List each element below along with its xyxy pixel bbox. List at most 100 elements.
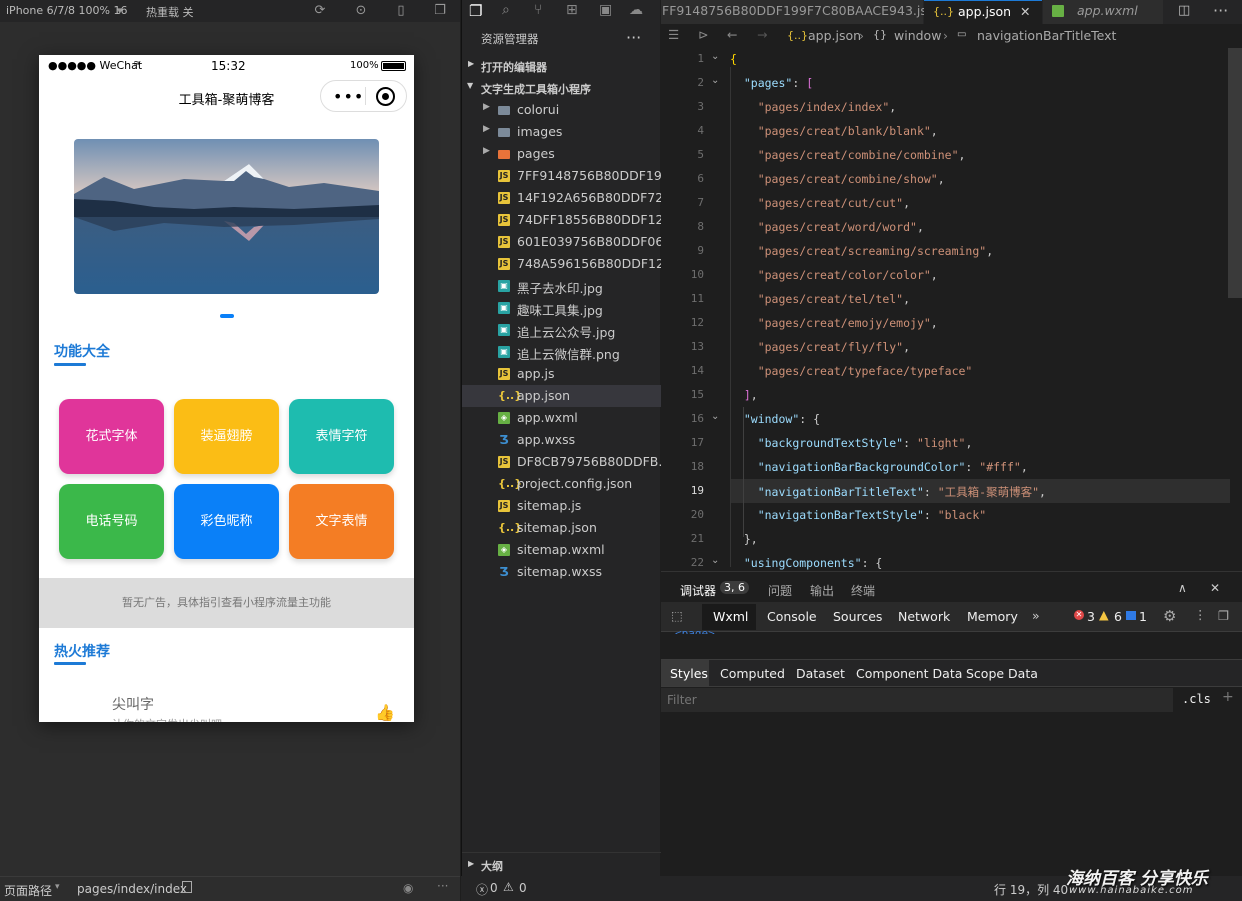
file-item[interactable]: ▣ 追上云公众号.jpg	[462, 319, 661, 341]
file-item[interactable]: ▶ images	[462, 121, 661, 143]
dock-icon[interactable]: ❐	[1218, 608, 1229, 623]
bookmark-icon[interactable]: ⊳	[698, 27, 708, 42]
code-line[interactable]: },	[730, 532, 758, 546]
code-line[interactable]: "pages/creat/blank/blank",	[730, 124, 938, 138]
file-item[interactable]: JS 601E039756B80DDF06...	[462, 231, 661, 253]
page-path-label[interactable]: 页面路径	[4, 882, 52, 899]
file-item[interactable]: ▶ pages	[462, 143, 661, 165]
tab-console[interactable]: Console	[767, 609, 817, 624]
banner-image[interactable]	[74, 139, 379, 294]
code-line[interactable]: "navigationBarTextStyle": "black"	[730, 508, 987, 522]
list-icon[interactable]: ☰	[668, 27, 679, 42]
tab-output[interactable]: 输出	[810, 582, 834, 599]
code-line[interactable]: "pages/index/index",	[730, 100, 897, 114]
feature-button-wings[interactable]: 装逼翅膀	[174, 399, 279, 474]
thumbs-up-icon[interactable]: 👍	[375, 703, 395, 722]
breadcrumb-window[interactable]: window	[894, 28, 941, 43]
window-icon[interactable]: ❐	[432, 3, 448, 19]
file-item[interactable]: JS sitemap.js	[462, 495, 661, 517]
tab-scope-data[interactable]: Scope Data	[966, 666, 1038, 681]
code-line[interactable]: "pages/creat/screaming/screaming",	[730, 244, 993, 258]
file-item[interactable]: ▣ 趣味工具集.jpg	[462, 297, 661, 319]
file-item[interactable]: JS app.js	[462, 363, 661, 385]
file-item[interactable]: JS 14F192A656B80DDF72...	[462, 187, 661, 209]
tab-debugger[interactable]: 调试器	[680, 582, 716, 599]
error-icon[interactable]: ✕	[1074, 610, 1084, 620]
file-item[interactable]: Ʒapp.wxss	[462, 429, 661, 451]
tab-js-file[interactable]: FF9148756B80DDF199F7C80BAACE943.js	[661, 0, 927, 24]
tab-problems[interactable]: 问题	[768, 582, 792, 599]
chevron-down-icon[interactable]: ▾	[55, 882, 60, 892]
file-item[interactable]: Ʒsitemap.wxss	[462, 561, 661, 583]
more-icon[interactable]: ···	[626, 28, 641, 47]
copy-icon[interactable]	[182, 881, 192, 893]
code-line[interactable]: "pages/creat/emojy/emojy",	[730, 316, 938, 330]
hot-reload-toggle[interactable]: 热重载 关	[146, 4, 194, 20]
tab-styles[interactable]: Styles	[670, 666, 708, 681]
source-control-icon[interactable]: ⑂	[534, 2, 542, 18]
tab-computed[interactable]: Computed	[720, 666, 785, 681]
file-item[interactable]: JS 7FF9148756B80DDF19...	[462, 165, 661, 187]
files-icon[interactable]: ❐	[469, 2, 482, 20]
add-style-icon[interactable]: +	[1222, 689, 1234, 705]
chevron-right-icon[interactable]: ▶	[483, 146, 490, 156]
maximize-panel-icon[interactable]: ∧	[1178, 581, 1187, 595]
file-item[interactable]: {..} app.json	[462, 385, 661, 407]
docker-icon[interactable]: ☁	[629, 2, 643, 18]
eye-icon[interactable]: ◉	[403, 881, 413, 895]
file-item[interactable]: JS 74DFF18556B80DDF12...	[462, 209, 661, 231]
warning-icon[interactable]: ⚠	[503, 880, 514, 894]
code-line[interactable]: {	[730, 52, 737, 66]
feature-button-phone-number[interactable]: 电话号码	[59, 484, 164, 559]
code-line[interactable]: "pages/creat/word/word",	[730, 220, 924, 234]
code-line[interactable]: "navigationBarBackgroundColor": "#fff",	[730, 460, 1028, 474]
back-icon[interactable]: ←	[727, 27, 737, 42]
more-icon[interactable]: ···	[437, 879, 448, 893]
more-icon[interactable]: ⋮	[1194, 607, 1207, 622]
file-item[interactable]: JS DF8CB79756B80DDFB...	[462, 451, 661, 473]
split-editor-icon[interactable]: ◫	[1178, 3, 1190, 18]
code-line[interactable]: "pages/creat/combine/show",	[730, 172, 945, 186]
fold-icon[interactable]: ⌄	[711, 51, 719, 62]
code-line[interactable]: "backgroundTextStyle": "light",	[730, 436, 973, 450]
file-item[interactable]: {..} sitemap.json	[462, 517, 661, 539]
tab-app-wxml[interactable]: app.wxml	[1043, 0, 1163, 24]
tab-sources[interactable]: Sources	[833, 609, 882, 624]
open-editors-section[interactable]: ▶ 打开的编辑器	[462, 55, 661, 77]
tab-memory[interactable]: Memory	[967, 609, 1018, 624]
chevron-right-icon[interactable]: ▶	[483, 102, 490, 112]
code-line[interactable]: "pages/creat/tel/tel",	[730, 292, 910, 306]
file-item[interactable]: ◈ sitemap.wxml	[462, 539, 661, 561]
more-icon[interactable]: •••	[333, 87, 364, 106]
cls-toggle[interactable]: .cls	[1182, 692, 1211, 706]
file-item[interactable]: JS 748A596156B80DDF12...	[462, 253, 661, 275]
filter-input[interactable]	[667, 691, 1067, 709]
cursor-position[interactable]: 行 19，列 40	[994, 881, 1068, 898]
list-item-title[interactable]: 尖叫字	[112, 694, 154, 714]
feature-button-fancy-font[interactable]: 花式字体	[59, 399, 164, 474]
code-line[interactable]: "pages/creat/cut/cut",	[730, 196, 910, 210]
close-panel-icon[interactable]: ✕	[1210, 581, 1220, 595]
code-line[interactable]: "usingComponents": {	[730, 556, 882, 570]
code-line[interactable]: "pages/creat/typeface/typeface"	[730, 364, 973, 378]
code-line[interactable]: ],	[730, 388, 758, 402]
inspect-icon[interactable]: ⬚	[671, 608, 683, 623]
file-item[interactable]: {..} project.config.json	[462, 473, 661, 495]
code-line[interactable]: "window": {	[730, 412, 820, 426]
warning-icon[interactable]: ▲	[1099, 607, 1109, 622]
fold-icon[interactable]: ⌄	[711, 75, 719, 86]
info-icon[interactable]	[1126, 611, 1136, 620]
tab-component-data[interactable]: Component Data	[856, 666, 962, 681]
fold-icon[interactable]: ⌄	[711, 411, 719, 422]
error-icon[interactable]: ⓧ	[476, 881, 488, 898]
file-item[interactable]: ▶ colorui	[462, 99, 661, 121]
search-icon[interactable]: ⌕	[502, 2, 510, 18]
tab-wxml[interactable]: Wxml	[713, 609, 748, 624]
tab-network[interactable]: Network	[898, 609, 950, 624]
save-icon[interactable]: ▣	[599, 2, 612, 18]
code-line[interactable]: "navigationBarTitleText": "工具箱-聚萌博客",	[730, 484, 1046, 500]
capsule-menu[interactable]: •••	[320, 80, 407, 112]
feature-button-text-emoticon[interactable]: 文字表情	[289, 484, 394, 559]
refresh-icon[interactable]: ⟳	[312, 3, 328, 19]
gear-icon[interactable]: ⚙	[1163, 607, 1176, 625]
